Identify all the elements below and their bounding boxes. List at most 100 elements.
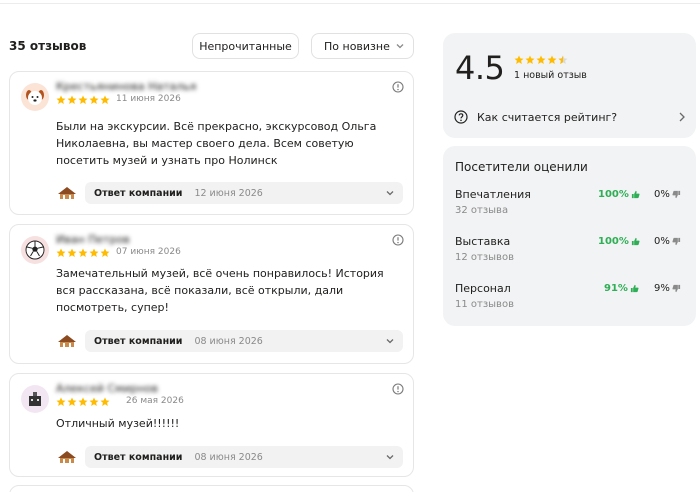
aspect-positive-value: 100%	[598, 236, 629, 247]
star-icon	[56, 397, 66, 406]
aspect-negative-value: 0%	[654, 189, 670, 200]
star-icon	[67, 95, 77, 104]
review-text: Замечательный музей, всё очень понравило…	[56, 267, 384, 314]
question-icon	[454, 110, 468, 124]
aspect-positive-value: 100%	[598, 189, 629, 200]
review-date: 26 мая 2026	[126, 396, 184, 406]
answer-toggle[interactable]: Ответ компании 12 июня 2026	[85, 182, 403, 204]
aspect-item[interactable]: Впечатления 32 отзыва 100% 0%	[455, 188, 687, 224]
aspect-name: Выставка	[455, 235, 511, 248]
filter-unread-button[interactable]: Непрочитанные	[192, 33, 299, 59]
company-answer[interactable]: Ответ компании 12 июня 2026	[56, 182, 403, 204]
chevron-down-icon	[386, 339, 394, 344]
answer-label: Ответ компании	[94, 187, 183, 199]
star-icon	[56, 95, 66, 104]
thumb-down-icon	[672, 237, 680, 246]
aspect-positive: 100%	[598, 236, 640, 247]
aspect-item[interactable]: Выставка 12 отзывов 100% 0%	[455, 235, 687, 271]
review-date: 11 июня 2026	[116, 94, 181, 104]
thumb-up-icon	[631, 190, 640, 199]
star-icon	[78, 95, 88, 104]
how-rating-calculated-label: Как считается рейтинг?	[477, 110, 618, 124]
star-icon	[89, 95, 99, 104]
star-icon	[89, 397, 99, 406]
star-icon	[78, 248, 88, 257]
review-text: Отличный музей!!!!!!	[56, 417, 180, 430]
aspect-name: Впечатления	[455, 188, 531, 201]
review-card: Алексей Смирнов 26 мая 2026 Отличный муз…	[9, 373, 414, 477]
star-icon	[536, 55, 546, 64]
aspect-positive: 91%	[604, 283, 639, 294]
new-reviews-count: 1 новый отзыв	[514, 70, 587, 81]
review-card	[9, 485, 414, 492]
review-author[interactable]: Иван Петров	[56, 233, 130, 246]
aspect-negative: 9%	[654, 283, 681, 294]
star-icon	[100, 397, 110, 406]
review-stars	[56, 397, 110, 407]
top-divider	[0, 0, 700, 4]
star-icon	[67, 397, 77, 406]
star-icon	[89, 248, 99, 257]
aspects-panel: Посетители оценили Впечатления 32 отзыва…	[443, 146, 696, 326]
aspect-negative-value: 9%	[654, 283, 670, 294]
info-icon[interactable]	[392, 234, 404, 246]
aspects-title: Посетители оценили	[455, 160, 588, 174]
aspect-name: Персонал	[455, 282, 511, 295]
chevron-down-icon	[396, 44, 404, 49]
star-icon	[78, 397, 88, 406]
sort-select[interactable]: По новизне	[311, 33, 414, 59]
answer-toggle[interactable]: Ответ компании 08 июня 2026	[85, 330, 403, 352]
aspect-negative-value: 0%	[654, 236, 670, 247]
aspect-negative: 0%	[654, 236, 681, 247]
thumb-up-icon	[630, 284, 639, 293]
review-text: Были на экскурсии. Всё прекрасно, экскур…	[56, 120, 377, 167]
building-avatar-icon	[29, 392, 41, 406]
aspect-negative: 0%	[654, 189, 681, 200]
sort-selected-label: По новизне	[324, 39, 390, 53]
company-answer[interactable]: Ответ компании 08 июня 2026	[56, 330, 403, 352]
aspect-count: 11 отзывов	[455, 299, 514, 310]
aspect-positive-value: 91%	[604, 283, 628, 294]
filter-unread-label: Непрочитанные	[199, 39, 292, 53]
answer-label: Ответ компании	[94, 335, 183, 347]
avatar[interactable]	[21, 385, 49, 413]
aspect-positive: 100%	[598, 189, 640, 200]
chevron-right-icon	[679, 112, 685, 122]
soccer-ball-avatar-icon	[25, 240, 45, 260]
star-icon	[514, 55, 524, 64]
company-logo	[56, 446, 78, 468]
info-icon[interactable]	[392, 383, 404, 395]
thumb-down-icon	[672, 284, 680, 293]
answer-label: Ответ компании	[94, 451, 183, 463]
dog-avatar-icon	[26, 90, 44, 105]
answer-date: 08 июня 2026	[194, 451, 263, 463]
review-card: Крестьянинова Наталья 11 июня 2026 Были …	[9, 71, 414, 215]
avatar[interactable]	[21, 236, 49, 264]
star-icon	[100, 248, 110, 257]
company-logo	[56, 182, 78, 204]
answer-toggle[interactable]: Ответ компании 08 июня 2026	[85, 446, 403, 468]
thumb-down-icon	[672, 190, 680, 199]
rating-panel: 4.5 1 новый отзыв Как считается рейтинг?	[443, 33, 696, 138]
rating-value: 4.5	[455, 49, 505, 87]
answer-date: 08 июня 2026	[194, 335, 263, 347]
company-answer[interactable]: Ответ компании 08 июня 2026	[56, 446, 403, 468]
rating-stars	[514, 55, 568, 65]
half-star-icon	[558, 55, 568, 64]
avatar[interactable]	[21, 83, 49, 111]
reviews-count: 35 отзывов	[9, 39, 87, 53]
how-rating-calculated-link[interactable]: Как считается рейтинг?	[454, 107, 686, 127]
star-icon	[547, 55, 557, 64]
info-icon[interactable]	[392, 81, 404, 93]
star-icon	[67, 248, 77, 257]
review-stars	[56, 95, 110, 105]
star-icon	[100, 95, 110, 104]
aspect-count: 32 отзыва	[455, 205, 509, 216]
aspect-item[interactable]: Персонал 11 отзывов 91% 9%	[455, 282, 687, 318]
review-author[interactable]: Крестьянинова Наталья	[56, 80, 196, 93]
review-card: Иван Петров 07 июня 2026 Замечательный м…	[9, 224, 414, 364]
star-icon	[56, 248, 66, 257]
review-stars	[56, 248, 110, 258]
chevron-down-icon	[386, 191, 394, 196]
review-author[interactable]: Алексей Смирнов	[56, 382, 158, 395]
